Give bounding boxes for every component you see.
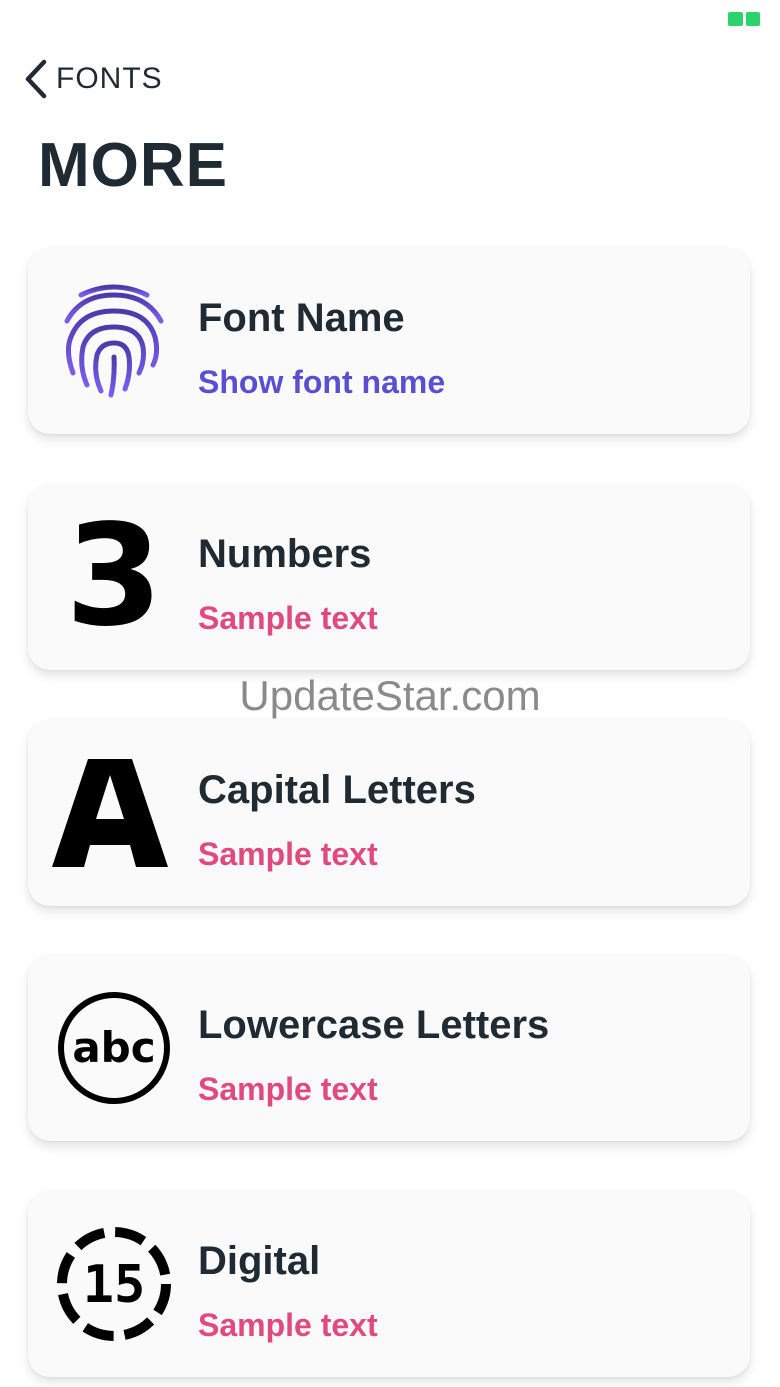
card-title: Lowercase Letters	[198, 1003, 550, 1047]
svg-text:abc: abc	[72, 1023, 155, 1072]
card-title: Digital	[198, 1239, 321, 1283]
card-title: Numbers	[198, 532, 372, 576]
page-title: MORE	[38, 131, 228, 200]
svg-text:15: 15	[83, 1255, 146, 1315]
card-subtitle: Sample text	[198, 1071, 378, 1107]
card-title: Font Name	[198, 296, 405, 340]
card-title: Capital Letters	[198, 768, 476, 812]
number-three-icon: 3	[65, 495, 163, 658]
card-subtitle: Sample text	[198, 836, 378, 872]
digital-15-icon: 15	[54, 1224, 174, 1344]
watermark: UpdateStar.com	[239, 672, 541, 719]
card-lowercase-letters[interactable]: abc Lowercase Letters Sample text	[28, 955, 750, 1141]
fingerprint-icon	[54, 281, 174, 401]
back-label: FONTS	[56, 62, 163, 95]
card-font-name[interactable]: Font Name Show font name	[28, 248, 750, 434]
capital-a-icon	[50, 753, 170, 873]
abc-circle-icon: abc	[54, 988, 174, 1108]
card-subtitle: Show font name	[198, 364, 446, 400]
back-button[interactable]: FONTS	[22, 58, 163, 100]
battery-icon	[728, 12, 760, 26]
card-subtitle: Sample text	[198, 600, 378, 636]
card-subtitle: Sample text	[198, 1307, 378, 1343]
card-numbers[interactable]: 3 Numbers Sample text	[28, 484, 750, 670]
chevron-left-icon	[25, 59, 47, 99]
card-capital-letters[interactable]: Capital Letters Sample text	[28, 720, 750, 906]
card-digital[interactable]: 15 Digital Sample text	[28, 1191, 750, 1377]
